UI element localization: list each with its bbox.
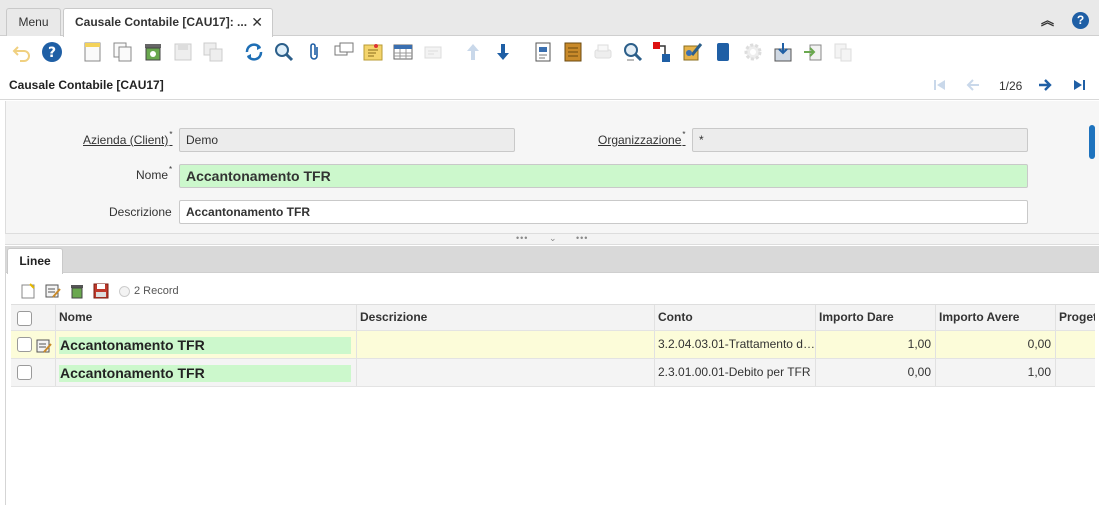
tab-menu[interactable]: Menu	[6, 8, 61, 36]
column-header-importo-avere[interactable]: Importo Avere	[936, 305, 1056, 330]
process-icon[interactable]	[742, 41, 764, 63]
column-header-importo-dare[interactable]: Importo Dare	[816, 305, 936, 330]
next-record-down-icon[interactable]	[492, 41, 514, 63]
column-header-nome[interactable]: Nome	[56, 305, 357, 330]
panel-splitter[interactable]: ••• ⌄ •••	[5, 233, 1099, 245]
column-header-progetto[interactable]: Progetto	[1056, 305, 1095, 330]
cell-importo-dare[interactable]: 1,00	[816, 331, 936, 358]
attachment-icon[interactable]	[303, 41, 325, 63]
cell-nome-value: Accantonamento TFR	[59, 365, 351, 382]
row-checkbox[interactable]	[17, 337, 32, 352]
save-icon[interactable]	[172, 41, 194, 63]
header-form: Azienda (Client)* Demo Organizzazione* *…	[5, 101, 1099, 234]
record-count-info: 2 Record	[119, 285, 179, 297]
name-label: Nome*	[136, 165, 173, 182]
cell-descrizione[interactable]	[357, 331, 655, 358]
requests-icon[interactable]	[652, 41, 674, 63]
organization-field[interactable]: *	[692, 128, 1028, 152]
print-icon[interactable]	[592, 41, 614, 63]
splitter-grip-right: •••	[576, 233, 589, 243]
cell-nome[interactable]: Accantonamento TFR	[56, 359, 357, 386]
record-count-label: 2 Record	[134, 285, 179, 297]
new-line-icon[interactable]	[20, 283, 36, 299]
previous-record-icon[interactable]	[965, 77, 981, 93]
column-header-conto[interactable]: Conto	[655, 305, 816, 330]
tab-label: Causale Contabile [CAU17]: ...	[75, 15, 248, 29]
refresh-icon[interactable]	[243, 41, 265, 63]
table-row[interactable]: Accantonamento TFR 3.2.04.03.01-Trattame…	[11, 331, 1095, 359]
last-record-icon[interactable]	[1071, 77, 1087, 93]
export-icon[interactable]	[772, 41, 794, 63]
tab-linee[interactable]: Linee	[7, 248, 63, 274]
report-icon[interactable]	[532, 41, 554, 63]
table-row[interactable]: Accantonamento TFR 2.3.01.00.01-Debito p…	[11, 359, 1095, 387]
cell-importo-avere[interactable]: 1,00	[936, 359, 1056, 386]
name-field[interactable]: Accantonamento TFR	[179, 164, 1028, 188]
cell-nome[interactable]: Accantonamento TFR	[56, 331, 357, 358]
first-record-icon[interactable]	[932, 77, 948, 93]
record-header: Causale Contabile [CAU17] 1/26	[0, 70, 1099, 100]
info-icon	[119, 285, 130, 297]
zoom-across-icon[interactable]	[622, 41, 644, 63]
row-select-cell	[11, 359, 56, 386]
cell-descrizione[interactable]	[357, 359, 655, 386]
cell-progetto[interactable]	[1056, 359, 1095, 386]
form-scrollbar[interactable]	[1089, 125, 1095, 159]
cell-conto[interactable]: 3.2.04.03.01-Trattamento di fine rapport…	[655, 331, 816, 358]
cell-importo-dare[interactable]: 0,00	[816, 359, 936, 386]
new-record-icon[interactable]	[82, 41, 104, 63]
detail-toolbar: 2 Record	[6, 276, 1099, 304]
undo-icon[interactable]	[11, 41, 33, 63]
row-checkbox[interactable]	[17, 365, 32, 380]
delete-line-icon[interactable]	[69, 283, 85, 299]
svg-text:?: ?	[48, 45, 56, 61]
description-label: Descrizione	[109, 205, 172, 219]
import-icon[interactable]	[802, 41, 824, 63]
help-icon[interactable]: ?	[41, 41, 63, 63]
save-line-icon[interactable]	[93, 283, 109, 299]
main-toolbar: ?	[0, 37, 1099, 67]
select-all-checkbox[interactable]	[17, 311, 32, 326]
edit-row-icon[interactable]	[36, 337, 52, 353]
page-title: Causale Contabile [CAU17]	[9, 78, 164, 92]
edit-line-icon[interactable]	[45, 283, 61, 299]
client-label[interactable]: Azienda (Client)*	[83, 130, 173, 147]
previous-record-up-icon[interactable]	[462, 41, 484, 63]
splitter-grip-left: •••	[516, 233, 529, 243]
help-icon[interactable]: ?	[1072, 12, 1089, 29]
note-icon[interactable]	[362, 41, 384, 63]
customize-icon[interactable]	[832, 41, 854, 63]
detail-tab-bar: Linee	[6, 246, 1099, 274]
close-icon[interactable]: ✕	[251, 9, 263, 35]
save-new-icon[interactable]	[202, 41, 224, 63]
chevron-down-icon: ⌄	[549, 233, 558, 243]
parent-record-icon[interactable]	[422, 41, 444, 63]
client-field[interactable]: Demo	[179, 128, 515, 152]
description-field[interactable]: Accantonamento TFR	[179, 200, 1028, 224]
detail-panel: Linee 2 Record Nome Descrizione Conto Im…	[5, 246, 1099, 505]
cell-conto[interactable]: 2.3.01.00.01-Debito per TFR	[655, 359, 816, 386]
cell-importo-avere[interactable]: 0,00	[936, 331, 1056, 358]
grid-toggle-icon[interactable]	[392, 41, 414, 63]
cell-nome-value: Accantonamento TFR	[59, 337, 351, 354]
workflow-icon[interactable]	[712, 41, 734, 63]
window-tab-bar: Menu Causale Contabile [CAU17]: ... ✕ ︽ …	[0, 0, 1099, 37]
tab-causale-contabile[interactable]: Causale Contabile [CAU17]: ... ✕	[63, 8, 273, 37]
archive-icon[interactable]	[562, 41, 584, 63]
find-icon[interactable]	[273, 41, 295, 63]
record-count: 1/26	[999, 79, 1023, 93]
product-info-icon[interactable]	[682, 41, 704, 63]
grid-header-row: Nome Descrizione Conto Importo Dare Impo…	[11, 304, 1095, 331]
chevron-double-up-icon[interactable]: ︽	[1041, 13, 1054, 28]
select-all-cell	[11, 305, 56, 330]
copy-record-icon[interactable]	[112, 41, 134, 63]
delete-record-icon[interactable]	[142, 41, 164, 63]
chat-icon[interactable]	[333, 41, 355, 63]
next-record-icon[interactable]	[1037, 77, 1053, 93]
row-select-cell	[11, 331, 56, 358]
cell-progetto[interactable]	[1056, 331, 1095, 358]
organization-label[interactable]: Organizzazione*	[598, 130, 686, 147]
column-header-descrizione[interactable]: Descrizione	[357, 305, 655, 330]
